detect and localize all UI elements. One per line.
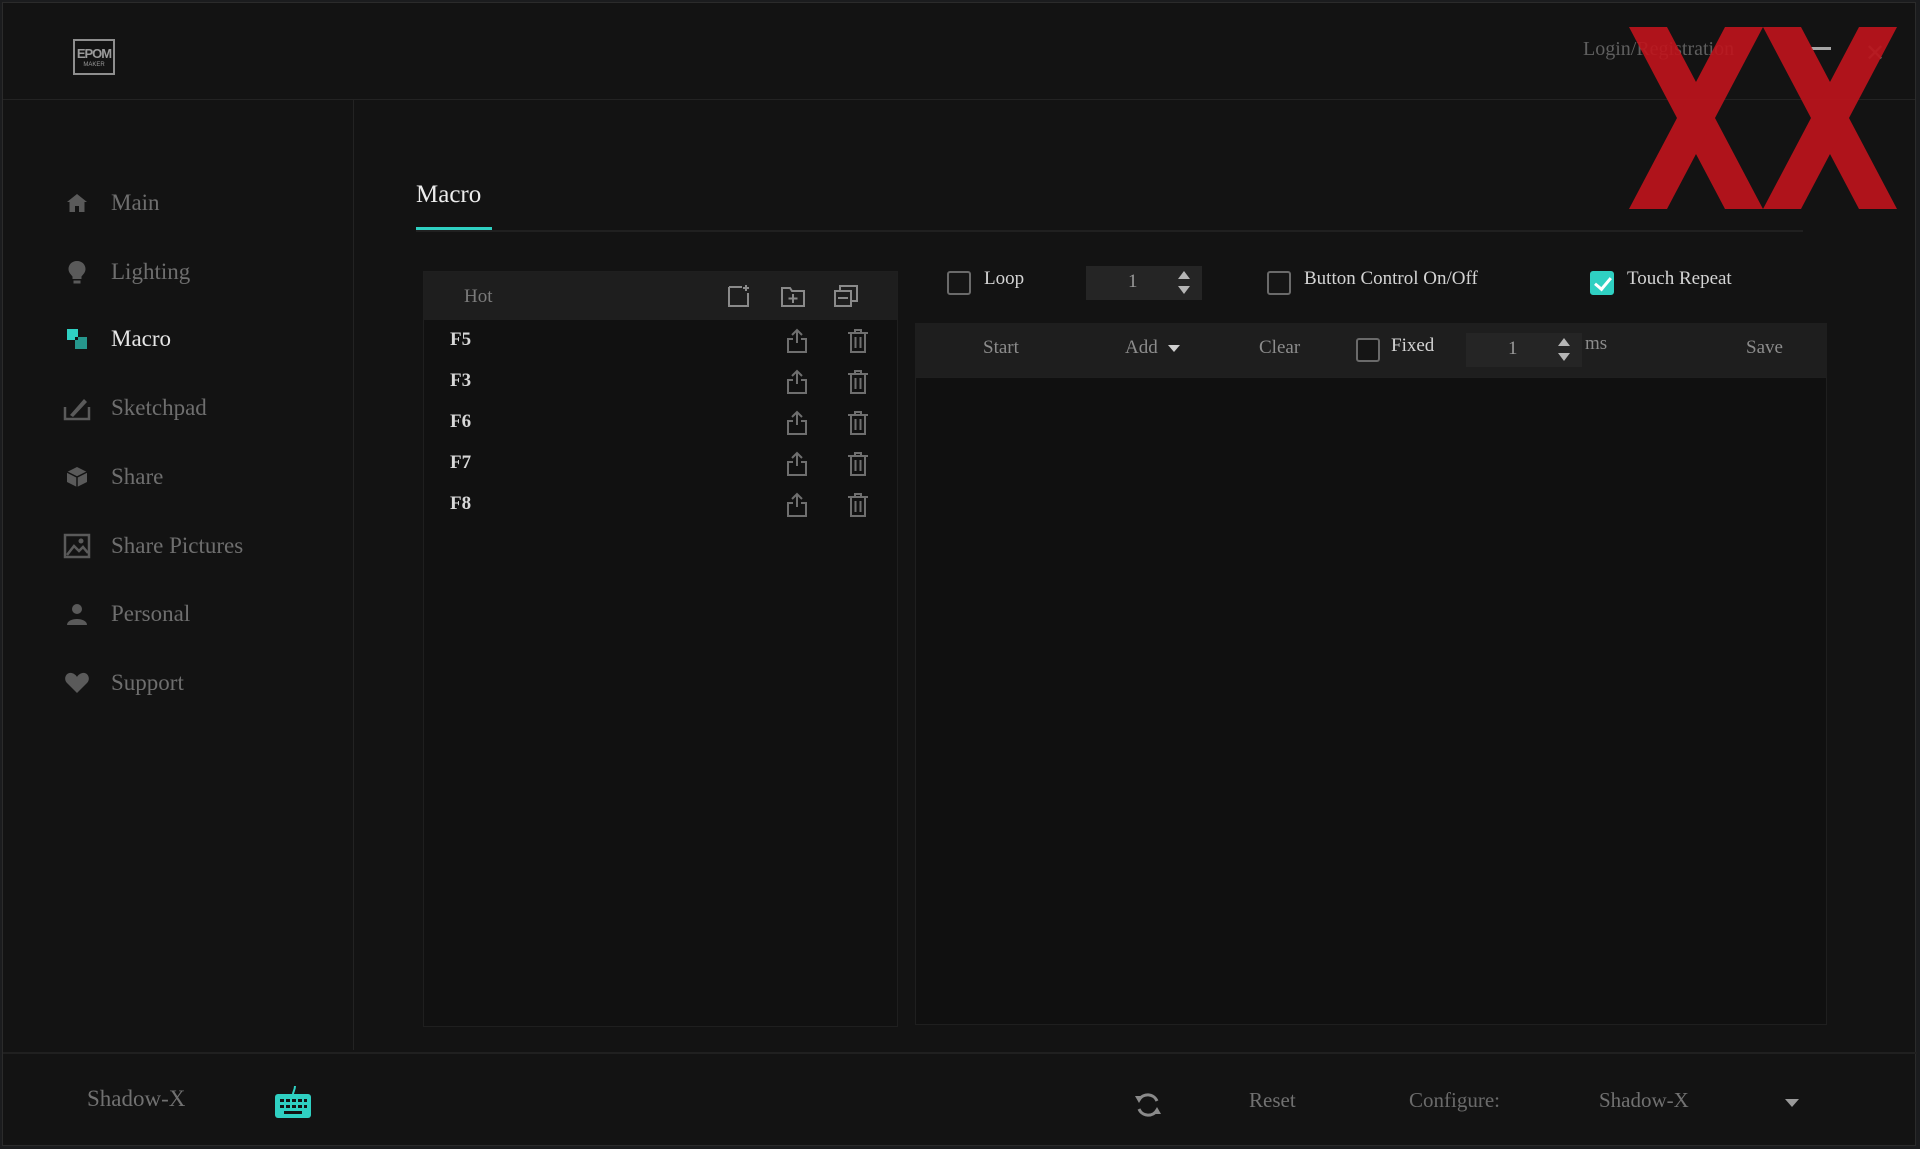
hotkey-list-header: Hot (424, 272, 897, 320)
loop-count-value: 1 (1128, 271, 1138, 292)
hotkey-name: F3 (450, 370, 472, 391)
chevron-down-icon (1167, 345, 1180, 353)
brand-logo: EPOM MAKER (73, 39, 115, 75)
user-icon (63, 600, 91, 628)
tab-divider (416, 230, 1803, 232)
sidebar-item-label: Support (111, 670, 184, 695)
sidebar-item-personal[interactable]: Personal (63, 594, 333, 634)
trash-icon[interactable] (846, 369, 870, 395)
refresh-icon[interactable] (1133, 1090, 1163, 1120)
configure-select[interactable]: Shadow-X (1599, 1088, 1689, 1113)
fixed-delay-value: 1 (1508, 338, 1518, 359)
hotkey-row-f3[interactable]: F3 (424, 364, 897, 402)
chevron-down-icon[interactable] (1785, 1099, 1799, 1107)
sidebar-item-macro[interactable]: Macro (63, 319, 333, 359)
close-icon[interactable]: ✕ (1865, 39, 1885, 67)
loop-label: Loop (984, 268, 1025, 289)
app-window: EPOM MAKER Login/Registration ✕ Main Lig… (2, 2, 1917, 1149)
button-control-checkbox[interactable] (1267, 271, 1291, 295)
sidebar-item-support[interactable]: Support (63, 663, 333, 703)
configure-label: Configure: (1409, 1088, 1500, 1112)
macro-icon (63, 325, 91, 353)
hotkey-name: F5 (450, 329, 472, 350)
picture-icon (63, 532, 91, 560)
title-bar: EPOM MAKER Login/Registration ✕ (3, 3, 1915, 209)
macro-editor-toolbar: Start Add Clear Fixed 1 ms Save (915, 323, 1827, 377)
hotkey-row-f7[interactable]: F7 (424, 446, 897, 484)
start-record-button[interactable]: Start (983, 337, 1019, 359)
delay-unit-label: ms (1585, 333, 1608, 354)
login-registration-link[interactable]: Login/Registration (1583, 38, 1734, 61)
device-name: Shadow-X (87, 1086, 186, 1111)
loop-count-stepper[interactable]: 1 (1086, 266, 1202, 300)
footer-bar: Shadow-X Reset Configure: Shadow-X (3, 1052, 1917, 1149)
home-icon (63, 189, 91, 217)
trash-icon[interactable] (846, 410, 870, 436)
reset-button[interactable]: Reset (1249, 1088, 1296, 1113)
stepper-up-icon[interactable] (1178, 271, 1190, 279)
save-button[interactable]: Save (1746, 337, 1783, 359)
keyboard-icon[interactable] (273, 1084, 313, 1120)
stepper-down-icon[interactable] (1178, 286, 1190, 294)
export-icon[interactable] (785, 410, 809, 436)
tab-macro[interactable]: Macro (416, 181, 481, 209)
macro-event-list[interactable] (915, 377, 1827, 1025)
add-label: Add (1125, 337, 1158, 358)
export-icon[interactable] (785, 492, 809, 518)
sidebar: Main Lighting Macro Sketchpad Share Shar… (3, 100, 354, 1050)
export-icon[interactable] (785, 369, 809, 395)
sidebar-item-share[interactable]: Share (63, 457, 333, 497)
minimize-icon[interactable] (1811, 47, 1831, 50)
sidebar-item-label: Main (111, 190, 160, 215)
export-icon[interactable] (785, 451, 809, 477)
hotkey-name: F8 (450, 493, 472, 514)
button-control-label: Button Control On/Off (1304, 268, 1478, 289)
loop-checkbox[interactable] (947, 271, 971, 295)
import-icon[interactable] (780, 284, 806, 308)
clear-button[interactable]: Clear (1259, 337, 1300, 359)
fixed-delay-label: Fixed (1391, 335, 1435, 356)
stepper-up-icon[interactable] (1558, 338, 1570, 346)
add-dropdown[interactable]: Add (1125, 337, 1180, 359)
hotkey-name: F6 (450, 411, 472, 432)
sidebar-item-label: Macro (111, 326, 172, 351)
cube-icon (63, 463, 91, 491)
touch-repeat-checkbox[interactable] (1590, 271, 1614, 295)
copy-icon[interactable] (833, 284, 859, 308)
hotkey-row-f6[interactable]: F6 (424, 405, 897, 443)
heart-icon (63, 669, 91, 697)
export-icon[interactable] (785, 328, 809, 354)
logo-text: EPOM (76, 45, 112, 61)
bulb-icon (63, 258, 91, 286)
logo-subtext: MAKER (83, 61, 105, 68)
touch-repeat-label: Touch Repeat (1627, 268, 1732, 289)
hotkey-name: F7 (450, 452, 472, 473)
sidebar-item-lighting[interactable]: Lighting (63, 252, 333, 292)
hotkey-list-title: Hot (464, 286, 493, 307)
stepper-down-icon[interactable] (1558, 353, 1570, 361)
fixed-delay-stepper[interactable]: 1 (1466, 333, 1582, 367)
new-macro-icon[interactable] (726, 284, 752, 308)
hotkey-row-f8[interactable]: F8 (424, 487, 897, 525)
hotkey-list-panel: Hot F5 F3 F6 F7 F8 (423, 271, 898, 1027)
sketchpad-icon (63, 394, 91, 422)
sidebar-item-sketchpad[interactable]: Sketchpad (63, 388, 333, 428)
fixed-delay-checkbox[interactable] (1356, 338, 1380, 362)
sidebar-item-label: Sketchpad (111, 395, 207, 420)
trash-icon[interactable] (846, 451, 870, 477)
sidebar-item-label: Share Pictures (111, 533, 244, 558)
trash-icon[interactable] (846, 328, 870, 354)
sidebar-item-share-pictures[interactable]: Share Pictures (63, 526, 333, 566)
trash-icon[interactable] (846, 492, 870, 518)
sidebar-item-label: Personal (111, 601, 191, 626)
hotkey-row-f5[interactable]: F5 (424, 323, 897, 361)
sidebar-item-main[interactable]: Main (63, 183, 333, 223)
sidebar-item-label: Share (111, 464, 164, 489)
sidebar-item-label: Lighting (111, 259, 191, 284)
